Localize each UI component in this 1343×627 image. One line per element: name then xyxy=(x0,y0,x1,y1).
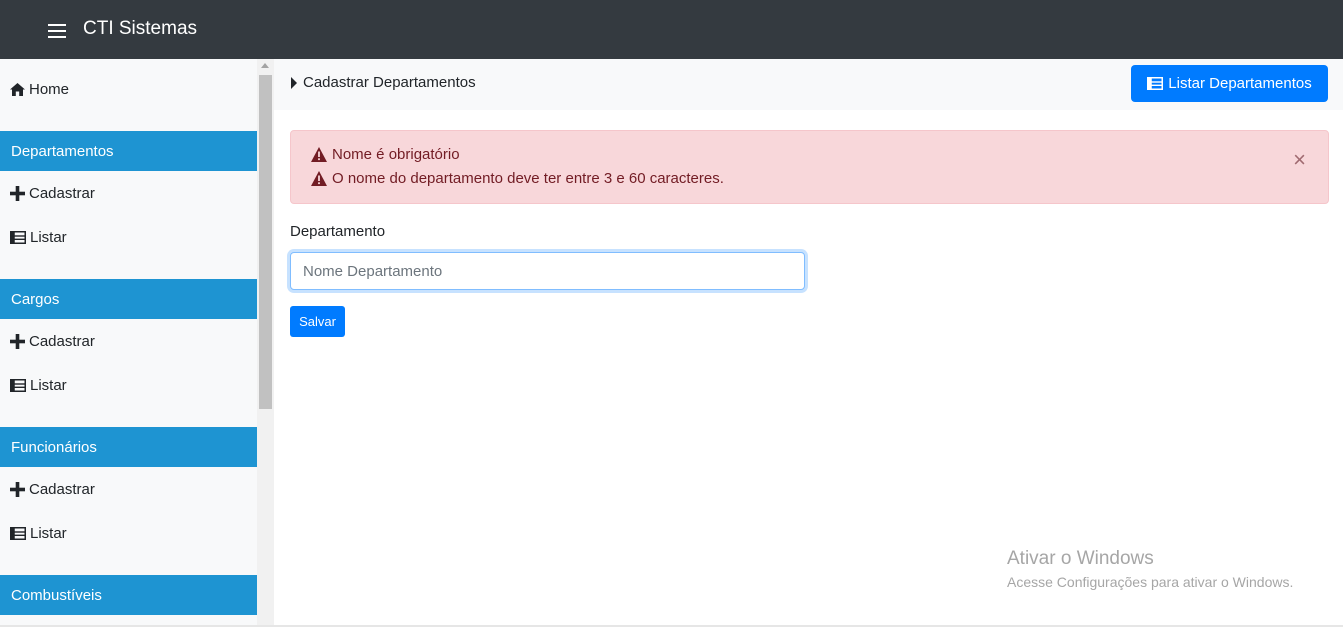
departamento-name-input[interactable] xyxy=(290,252,805,290)
sidebar-section-cargos[interactable]: Cargos xyxy=(0,279,257,319)
alert-message: Nome é obrigatório xyxy=(311,146,460,163)
plus-icon xyxy=(10,185,25,201)
alert-message-text: Nome é obrigatório xyxy=(332,146,460,163)
sidebar-item-cargos-cadastrar[interactable]: Cadastrar xyxy=(10,329,95,353)
sidebar-item-departamentos-cadastrar[interactable]: Cadastrar xyxy=(10,181,95,205)
sidebar-item-label: Listar xyxy=(30,228,67,246)
top-navbar: CTI Sistemas xyxy=(0,0,1343,59)
list-departamentos-label: Listar Departamentos xyxy=(1168,75,1312,92)
list-departamentos-button[interactable]: Listar Departamentos xyxy=(1131,65,1328,102)
sidebar-scrollbar[interactable] xyxy=(257,59,274,625)
home-icon xyxy=(10,82,25,96)
app-brand[interactable]: CTI Sistemas xyxy=(83,18,197,40)
main-content: Cadastrar Departamentos Listar Departame… xyxy=(274,59,1343,625)
caret-right-icon xyxy=(291,76,297,89)
sidebar-item-label: Listar xyxy=(30,524,67,542)
table-list-icon xyxy=(10,526,26,540)
sidebar: Home Departamentos Cadastrar Listar Carg… xyxy=(0,59,257,625)
sidebar-item-home[interactable]: Home xyxy=(10,77,69,101)
sidebar-section-combustiveis[interactable]: Combustíveis xyxy=(0,575,257,615)
page-header: Cadastrar Departamentos Listar Departame… xyxy=(274,59,1343,110)
hamburger-icon[interactable] xyxy=(48,24,66,38)
departamento-label: Departamento xyxy=(290,223,386,240)
warning-triangle-icon xyxy=(311,171,327,186)
sidebar-item-funcionarios-cadastrar[interactable]: Cadastrar xyxy=(10,477,95,501)
scroll-up-arrow-icon[interactable] xyxy=(261,63,269,68)
plus-icon xyxy=(10,481,25,497)
sidebar-item-label: Cadastrar xyxy=(29,480,95,498)
sidebar-item-cargos-listar[interactable]: Listar xyxy=(10,373,67,397)
sidebar-item-label: Cadastrar xyxy=(29,184,95,202)
table-list-icon xyxy=(10,378,26,392)
sidebar-item-departamentos-listar[interactable]: Listar xyxy=(10,225,67,249)
alert-message-text: O nome do departamento deve ter entre 3 … xyxy=(332,170,724,187)
scrollbar-thumb[interactable] xyxy=(259,75,272,409)
sidebar-item-label: Listar xyxy=(30,376,67,394)
windows-activation-subtitle: Acesse Configurações para ativar o Windo… xyxy=(1007,574,1294,590)
sidebar-item-funcionarios-listar[interactable]: Listar xyxy=(10,521,67,545)
page-title: Cadastrar Departamentos xyxy=(303,74,476,91)
sidebar-section-funcionarios[interactable]: Funcionários xyxy=(0,427,257,467)
table-list-icon xyxy=(10,230,26,244)
alert-message: O nome do departamento deve ter entre 3 … xyxy=(311,170,724,187)
breadcrumb: Cadastrar Departamentos xyxy=(290,74,476,91)
table-list-icon xyxy=(1147,77,1164,90)
close-icon[interactable]: × xyxy=(1293,149,1306,171)
windows-activation-title: Ativar o Windows xyxy=(1007,548,1154,569)
sidebar-section-departamentos[interactable]: Departamentos xyxy=(0,131,257,171)
plus-icon xyxy=(10,333,25,349)
sidebar-item-label: Cadastrar xyxy=(29,332,95,350)
validation-error-alert: Nome é obrigatório O nome do departament… xyxy=(290,130,1329,204)
save-button[interactable]: Salvar xyxy=(290,306,345,337)
warning-triangle-icon xyxy=(311,147,327,162)
sidebar-item-label: Home xyxy=(29,80,70,98)
